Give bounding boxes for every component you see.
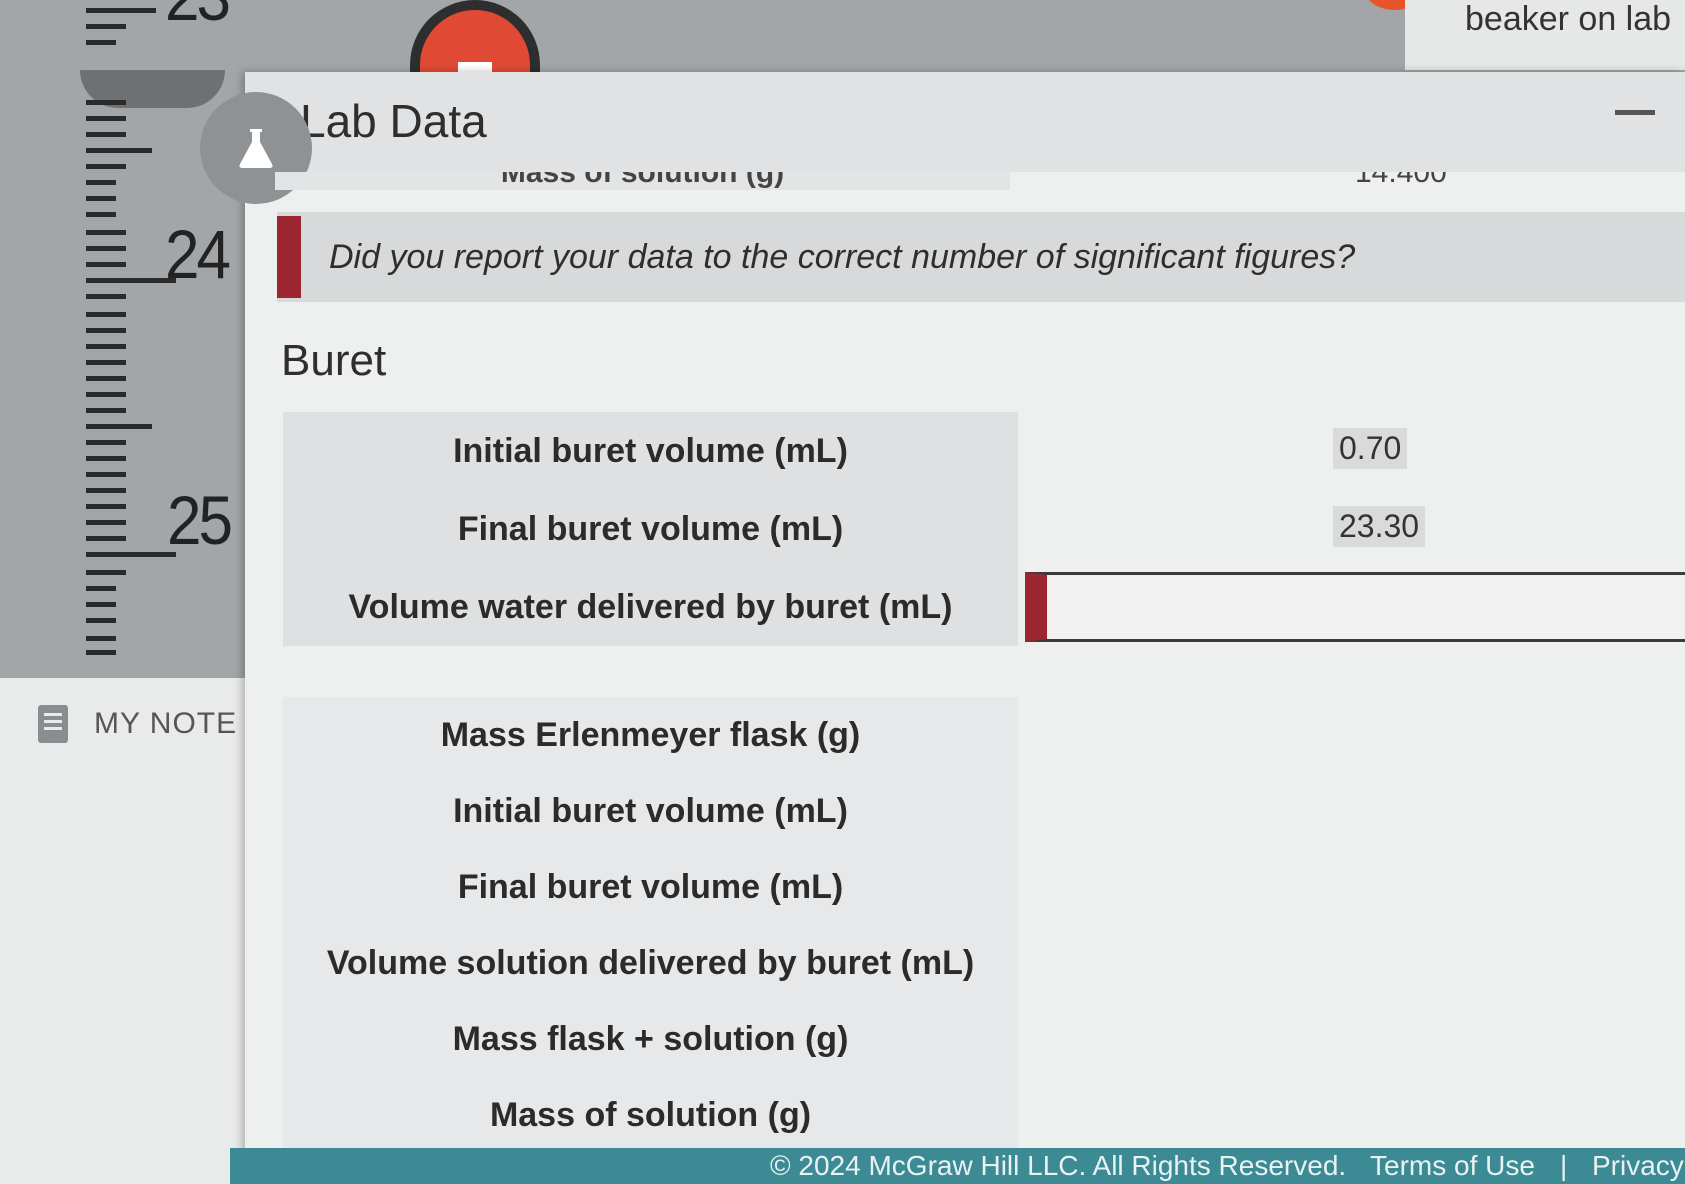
copyright-text: © 2024 McGraw Hill LLC. All Rights Reser…	[770, 1150, 1347, 1181]
section-title-buret: Buret	[281, 336, 387, 385]
stopcock-valve-icon[interactable]	[410, 0, 540, 80]
alert-message: Did you report your data to the correct …	[329, 237, 1356, 276]
volume-water-delivered-input[interactable]	[1025, 572, 1685, 642]
panel-title: Lab Data	[300, 95, 487, 147]
row-value-cell: 23.30	[1023, 490, 1685, 562]
lab-data-header: Lab Data	[245, 72, 1685, 172]
sim-top-right-label: beaker on lab	[1465, 0, 1672, 38]
table-row: Final buret volume (mL)	[283, 849, 1685, 925]
footer: © 2024 McGraw Hill LLC. All Rights Reser…	[230, 1148, 1685, 1184]
lab-data-panel: Lab Data Mass of solution (g) 14.400 Did…	[200, 72, 1685, 1162]
table-row: Mass flask + solution (g)	[283, 1001, 1685, 1077]
cut-row-value: 14.400	[1355, 172, 1447, 189]
solution-data-table: Mass Erlenmeyer flask (g) Initial buret …	[283, 697, 1685, 1153]
privacy-link[interactable]: Privacy	[1592, 1150, 1684, 1182]
minimize-icon[interactable]	[1615, 110, 1655, 115]
table-row: Final buret volume (mL) 23.30	[283, 490, 1685, 568]
my-notes-button[interactable]: MY NOTE	[38, 705, 237, 743]
partially-visible-row: Mass of solution (g) 14.400	[275, 172, 1685, 200]
cut-row-label: Mass of solution (g)	[275, 172, 1010, 190]
table-row: Volume water delivered by buret (mL)	[283, 568, 1685, 646]
table-row: Initial buret volume (mL)	[283, 773, 1685, 849]
alert-indicator	[277, 216, 301, 298]
row-value-cell: 0.70	[1023, 412, 1685, 484]
row-label: Mass Erlenmeyer flask (g)	[283, 697, 1018, 773]
footer-divider: |	[1560, 1150, 1568, 1181]
row-value: 0.70	[1333, 427, 1408, 469]
table-row: Mass Erlenmeyer flask (g)	[283, 697, 1685, 773]
scale-number: 23	[165, 0, 231, 37]
row-label: Volume water delivered by buret (mL)	[283, 568, 1018, 646]
row-label: Final buret volume (mL)	[283, 849, 1018, 925]
notes-icon	[38, 705, 68, 743]
table-row: Volume solution delivered by buret (mL)	[283, 925, 1685, 1001]
row-label: Volume solution delivered by buret (mL)	[283, 925, 1018, 1001]
scale-number: 24	[165, 217, 231, 294]
my-notes-label: MY NOTE	[94, 707, 238, 740]
row-label: Mass flask + solution (g)	[283, 1001, 1018, 1077]
scale-number: 25	[167, 483, 233, 560]
sim-top-right-panel: beaker on lab	[1405, 0, 1685, 70]
table-row: Initial buret volume (mL) 0.70	[283, 412, 1685, 490]
row-value: 23.30	[1333, 505, 1426, 547]
buret-scale: 23 24 25	[70, 0, 240, 660]
buret-data-table: Initial buret volume (mL) 0.70 Final bur…	[283, 412, 1685, 646]
row-label: Final buret volume (mL)	[283, 490, 1018, 568]
row-label: Initial buret volume (mL)	[283, 412, 1018, 490]
sig-fig-alert: Did you report your data to the correct …	[277, 212, 1685, 302]
row-label: Initial buret volume (mL)	[283, 773, 1018, 849]
table-row: Mass of solution (g)	[283, 1077, 1685, 1153]
row-label: Mass of solution (g)	[283, 1077, 1018, 1153]
terms-of-use-link[interactable]: Terms of Use	[1370, 1150, 1535, 1182]
